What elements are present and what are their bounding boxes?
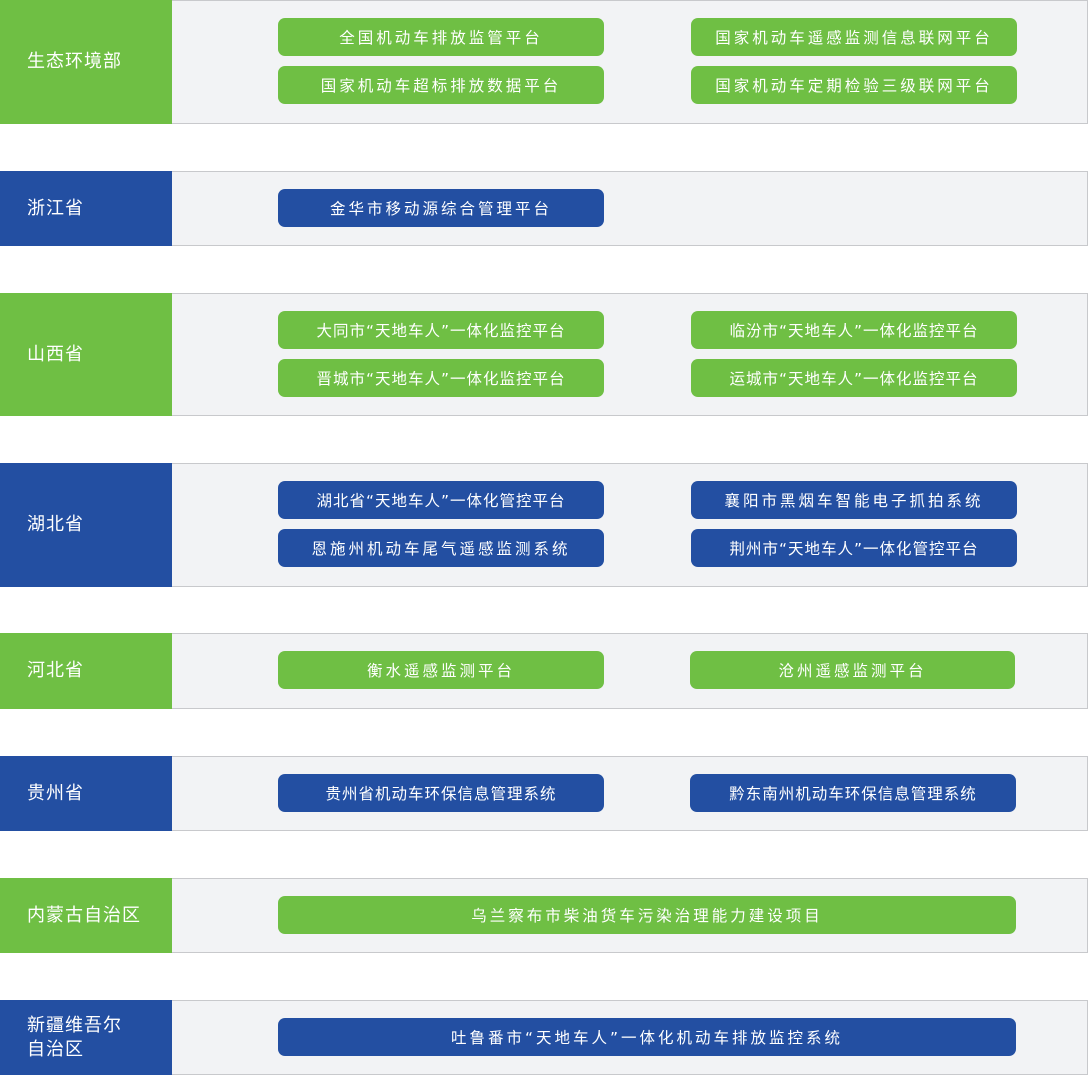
row-label: 生态环境部 [0, 0, 172, 124]
row-xinjiang: 新疆维吾尔 自治区 吐鲁番市“天地车人”一体化机动车排放监控系统 [0, 1000, 1088, 1075]
platform-button[interactable]: 金华市移动源综合管理平台 [278, 189, 604, 227]
platform-button[interactable]: 乌兰察布市柴油货车污染治理能力建设项目 [278, 896, 1016, 934]
row-ministry-of-ecology: 生态环境部 全国机动车排放监管平台 国家机动车遥感监测信息联网平台 国家机动车超… [0, 0, 1088, 124]
platform-button[interactable]: 湖北省“天地车人”一体化管控平台 [278, 481, 604, 519]
row-label: 湖北省 [0, 463, 172, 587]
platform-button[interactable]: 衡水遥感监测平台 [278, 651, 604, 689]
platform-button[interactable]: 晋城市“天地车人”一体化监控平台 [278, 359, 604, 397]
row-label: 新疆维吾尔 自治区 [0, 1000, 172, 1075]
platform-button[interactable]: 国家机动车超标排放数据平台 [278, 66, 604, 104]
row-label: 山西省 [0, 293, 172, 416]
row-label: 内蒙古自治区 [0, 878, 172, 953]
platform-button[interactable]: 沧州遥感监测平台 [690, 651, 1015, 689]
row-label: 贵州省 [0, 756, 172, 831]
platform-button[interactable]: 国家机动车定期检验三级联网平台 [691, 66, 1017, 104]
row-hebei: 河北省 衡水遥感监测平台 沧州遥感监测平台 [0, 633, 1088, 709]
platform-button[interactable]: 国家机动车遥感监测信息联网平台 [691, 18, 1017, 56]
platform-button[interactable]: 荆州市“天地车人”一体化管控平台 [691, 529, 1017, 567]
row-hubei: 湖北省 湖北省“天地车人”一体化管控平台 襄阳市黑烟车智能电子抓拍系统 恩施州机… [0, 463, 1088, 587]
platform-button[interactable]: 吐鲁番市“天地车人”一体化机动车排放监控系统 [278, 1018, 1016, 1056]
platform-button[interactable]: 贵州省机动车环保信息管理系统 [278, 774, 604, 812]
platform-button[interactable]: 黔东南州机动车环保信息管理系统 [690, 774, 1016, 812]
platform-button[interactable]: 大同市“天地车人”一体化监控平台 [278, 311, 604, 349]
row-guizhou: 贵州省 贵州省机动车环保信息管理系统 黔东南州机动车环保信息管理系统 [0, 756, 1088, 831]
row-shanxi: 山西省 大同市“天地车人”一体化监控平台 临汾市“天地车人”一体化监控平台 晋城… [0, 293, 1088, 416]
row-label: 浙江省 [0, 171, 172, 246]
row-inner-mongolia: 内蒙古自治区 乌兰察布市柴油货车污染治理能力建设项目 [0, 878, 1088, 953]
row-zhejiang: 浙江省 金华市移动源综合管理平台 [0, 171, 1088, 246]
platform-button[interactable]: 临汾市“天地车人”一体化监控平台 [691, 311, 1017, 349]
platform-button[interactable]: 运城市“天地车人”一体化监控平台 [691, 359, 1017, 397]
platform-button[interactable]: 襄阳市黑烟车智能电子抓拍系统 [691, 481, 1017, 519]
platform-button[interactable]: 恩施州机动车尾气遥感监测系统 [278, 529, 604, 567]
platform-button[interactable]: 全国机动车排放监管平台 [278, 18, 604, 56]
row-label: 河北省 [0, 633, 172, 709]
